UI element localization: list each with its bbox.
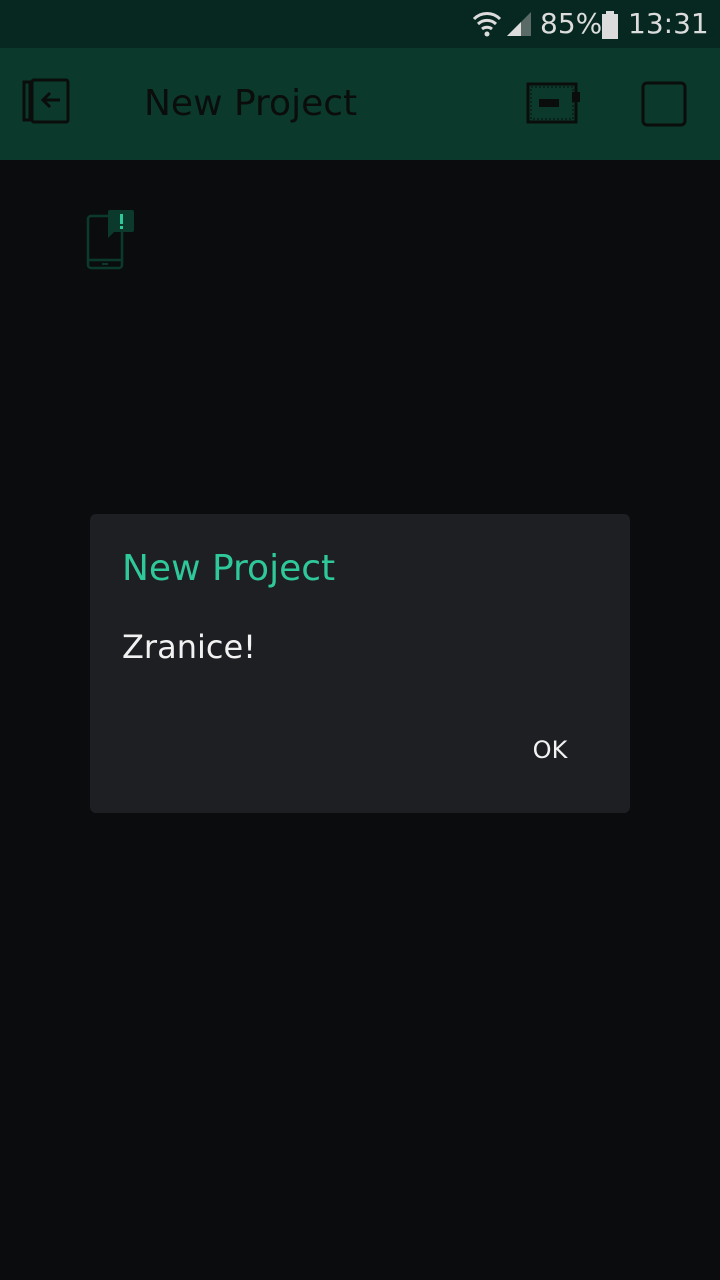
battery-percent: 85% bbox=[540, 7, 603, 40]
status-clock: 13:31 bbox=[628, 7, 709, 40]
device-notification-button[interactable] bbox=[84, 208, 136, 270]
app-toolbar: New Project bbox=[0, 48, 720, 160]
alert-dialog: New Project Zranice! OK bbox=[90, 514, 630, 813]
battery-icon bbox=[601, 11, 619, 43]
device-icon bbox=[524, 82, 584, 132]
ok-button[interactable]: OK bbox=[510, 724, 590, 776]
device-notification-icon bbox=[84, 210, 136, 274]
dialog-title: New Project bbox=[122, 548, 336, 589]
status-bar: 85% 13:31 bbox=[0, 0, 720, 48]
toolbar-title: New Project bbox=[144, 83, 358, 124]
screen: 85% 13:31 New Project New Project Zranic… bbox=[0, 0, 720, 1280]
play-icon bbox=[640, 81, 688, 132]
exit-icon bbox=[20, 78, 76, 134]
dialog-message: Zranice! bbox=[122, 628, 256, 666]
exit-project-button[interactable] bbox=[20, 78, 76, 130]
cell-signal-icon bbox=[505, 10, 533, 42]
device-settings-button[interactable] bbox=[524, 80, 584, 128]
wifi-icon bbox=[472, 10, 502, 42]
play-button[interactable] bbox=[640, 80, 688, 128]
